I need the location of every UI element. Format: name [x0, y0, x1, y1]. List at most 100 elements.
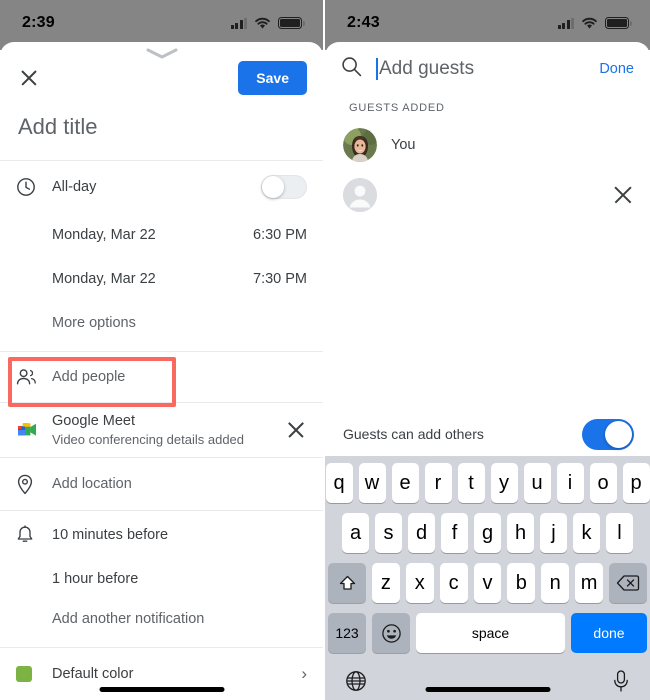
default-color-label: Default color	[52, 666, 134, 682]
start-time[interactable]: 6:30 PM	[253, 227, 307, 243]
key-h[interactable]: h	[507, 513, 534, 553]
remove-meet-icon[interactable]	[285, 419, 307, 441]
notification-2-label: 1 hour before	[52, 571, 139, 587]
key-z[interactable]: z	[372, 563, 400, 603]
search-input[interactable]: Add guests	[376, 58, 585, 80]
key-e[interactable]: e	[391, 463, 419, 503]
done-button[interactable]: Done	[599, 61, 634, 77]
google-meet-row[interactable]: Google Meet Video conferencing details a…	[0, 403, 323, 457]
globe-icon[interactable]	[345, 670, 367, 698]
start-datetime-row[interactable]: Monday, Mar 22 6:30 PM	[0, 213, 323, 257]
shift-icon[interactable]	[328, 563, 366, 603]
all-day-toggle[interactable]	[261, 175, 307, 199]
guests-can-add-others-toggle[interactable]	[582, 418, 634, 450]
all-day-row[interactable]: All-day	[0, 161, 323, 213]
key-p[interactable]: p	[622, 463, 650, 503]
guests-can-add-others-row[interactable]: Guests can add others	[325, 412, 650, 456]
key-q[interactable]: q	[325, 463, 353, 503]
key-r[interactable]: r	[424, 463, 452, 503]
key-b[interactable]: b	[507, 563, 536, 603]
key-v[interactable]: v	[473, 563, 502, 603]
key-i[interactable]: i	[556, 463, 584, 503]
add-guests-sheet: Add guests Done GUESTS ADDED You Guests …	[325, 42, 650, 700]
title-input[interactable]: Add title	[0, 100, 323, 160]
end-date[interactable]: Monday, Mar 22	[52, 271, 253, 287]
numbers-key[interactable]: 123	[328, 613, 366, 653]
avatar-placeholder-icon	[343, 178, 377, 212]
battery-icon	[278, 17, 302, 29]
emoji-icon[interactable]	[372, 613, 410, 653]
search-icon	[341, 56, 362, 82]
event-editor-sheet: Save Add title All-day Monday, Mar 22 6:…	[0, 42, 323, 700]
battery-nub	[303, 20, 305, 26]
battery-nub	[630, 20, 632, 26]
key-j[interactable]: j	[540, 513, 567, 553]
key-u[interactable]: u	[523, 463, 551, 503]
key-t[interactable]: t	[457, 463, 485, 503]
key-w[interactable]: w	[358, 463, 386, 503]
space-key[interactable]: space	[416, 613, 565, 653]
keyboard-row-3: z x c v b n m	[325, 563, 650, 603]
key-m[interactable]: m	[575, 563, 604, 603]
notification-row-2[interactable]: 1 hour before	[0, 559, 323, 599]
notification-row-1[interactable]: 10 minutes before	[0, 511, 323, 559]
more-options-label: More options	[52, 315, 136, 331]
color-swatch	[16, 666, 52, 682]
key-y[interactable]: y	[490, 463, 518, 503]
cellular-signal-icon	[230, 17, 247, 29]
microphone-icon[interactable]	[612, 669, 630, 698]
home-indicator	[425, 687, 550, 692]
meet-title: Google Meet	[52, 413, 136, 429]
key-g[interactable]: g	[474, 513, 501, 553]
key-o[interactable]: o	[589, 463, 617, 503]
key-l[interactable]: l	[606, 513, 633, 553]
key-n[interactable]: n	[541, 563, 570, 603]
meet-subtitle: Video conferencing details added	[52, 432, 245, 447]
right-phone-screen: 2:43 Add guests Done GUESTS ADDED You Gu…	[325, 0, 650, 700]
people-icon	[16, 368, 52, 387]
bell-icon	[16, 525, 52, 545]
text-caret	[376, 58, 378, 80]
default-color-row[interactable]: Default color ›	[0, 648, 323, 700]
key-c[interactable]: c	[439, 563, 468, 603]
guests-can-add-others-label: Guests can add others	[343, 426, 484, 442]
key-k[interactable]: k	[573, 513, 600, 553]
dual-phone-screenshot: 2:39 Save Add title All-day Monday, Mar …	[0, 0, 650, 700]
home-indicator	[99, 687, 224, 692]
notification-1-label: 10 minutes before	[52, 527, 169, 543]
clock-icon	[16, 177, 52, 197]
remove-guest-icon[interactable]	[612, 184, 634, 206]
add-location-label: Add location	[52, 476, 132, 492]
save-button[interactable]: Save	[238, 61, 307, 95]
guest-name: You	[391, 137, 416, 153]
left-phone-screen: 2:39 Save Add title All-day Monday, Mar …	[0, 0, 325, 700]
add-people-row[interactable]: Add people	[0, 352, 323, 402]
guest-row-you[interactable]: You	[325, 120, 650, 170]
backspace-icon[interactable]	[609, 563, 648, 603]
meet-text: Google Meet Video conferencing details a…	[52, 413, 285, 447]
key-a[interactable]: a	[342, 513, 369, 553]
keyboard-row-1: q w e r t y u i o p	[325, 463, 650, 503]
status-time: 2:43	[347, 14, 380, 31]
end-time[interactable]: 7:30 PM	[253, 271, 307, 287]
add-notification-label: Add another notification	[52, 611, 205, 627]
add-location-row[interactable]: Add location	[0, 458, 323, 510]
more-options-row[interactable]: More options	[0, 301, 323, 345]
avatar	[343, 128, 377, 162]
key-s[interactable]: s	[375, 513, 402, 553]
chevron-down-icon	[146, 48, 177, 59]
keyboard-bottom-bar	[325, 663, 650, 700]
key-x[interactable]: x	[405, 563, 434, 603]
key-f[interactable]: f	[441, 513, 468, 553]
add-notification-row[interactable]: Add another notification	[0, 599, 323, 639]
toggle-knob	[262, 176, 284, 198]
end-datetime-row[interactable]: Monday, Mar 22 7:30 PM	[0, 257, 323, 301]
keyboard-row-2: a s d f g h j k l	[325, 513, 650, 553]
guest-row-redacted[interactable]	[325, 170, 650, 220]
start-date[interactable]: Monday, Mar 22	[52, 227, 253, 243]
on-screen-keyboard: q w e r t y u i o p a s d f g h j k l z …	[325, 456, 650, 700]
key-d[interactable]: d	[408, 513, 435, 553]
status-icons	[230, 17, 305, 30]
close-icon[interactable]	[16, 65, 42, 91]
keyboard-done-key[interactable]: done	[571, 613, 647, 653]
